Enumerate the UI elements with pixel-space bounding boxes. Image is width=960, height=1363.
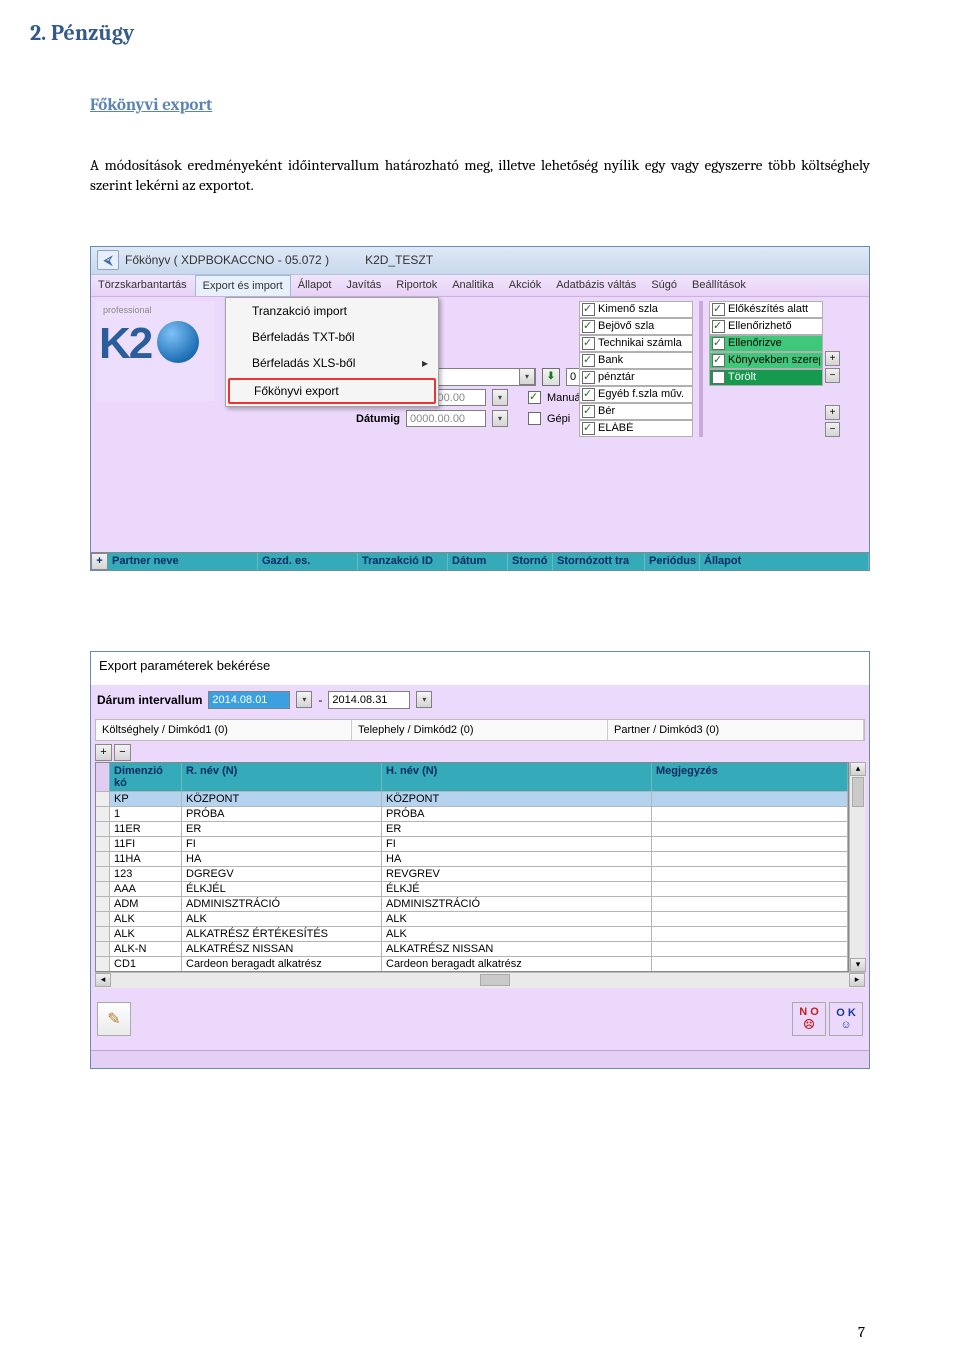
cb-egyeb-fszla[interactable]	[582, 388, 595, 401]
table-row[interactable]: 123DGREGVREVGREV	[96, 866, 848, 881]
vertical-scrollbar[interactable]: ▴ ▾	[849, 762, 865, 972]
grid2-minus[interactable]: −	[114, 744, 131, 761]
cb-ellenorizve[interactable]	[712, 337, 725, 350]
cb-torolt[interactable]	[712, 371, 725, 384]
horizontal-scrollbar[interactable]: ◂ ▸	[95, 972, 865, 988]
grid-plus[interactable]: +	[91, 553, 108, 570]
export-params-window: Export paraméterek bekérése Dárum interv…	[90, 651, 870, 1069]
side-plus-1[interactable]: +	[825, 351, 840, 366]
cb-elabe[interactable]	[582, 422, 595, 435]
per-down-icon[interactable]: ⬇	[542, 368, 560, 386]
grid2-plus[interactable]: +	[95, 744, 112, 761]
dd-berfeladas-xls[interactable]: Bérfeladás XLS-ből	[226, 350, 438, 376]
cb-bank[interactable]	[582, 354, 595, 367]
table-row[interactable]: 11FIFIFI	[96, 836, 848, 851]
datumig-input[interactable]	[406, 410, 486, 427]
date-to-input[interactable]	[328, 691, 410, 709]
checkbox-col2: Előkészítés alatt Ellenőrizhető Ellenőri…	[709, 301, 823, 437]
cb-ellenorizheto[interactable]	[712, 320, 725, 333]
logo-orb	[157, 321, 199, 363]
menu-adatbazis-valtas[interactable]: Adatbázis váltás	[549, 275, 644, 296]
status-bar	[91, 1050, 869, 1068]
datumig-label: Dátumig	[345, 413, 400, 425]
menubar: Törzskarbantartás Export és import Állap…	[91, 275, 869, 297]
table-row[interactable]: ALKALKATRÉSZ ÉRTÉKESÍTÉSALK	[96, 926, 848, 941]
side-minus-2[interactable]: −	[825, 422, 840, 437]
cb-technikai-szamla[interactable]	[582, 337, 595, 350]
gepi-label: Gépi	[547, 413, 570, 425]
ok-button[interactable]: O K☺	[829, 1002, 863, 1036]
date-to-picker[interactable]: ▾	[416, 691, 432, 708]
cb-kimeno-szla[interactable]	[582, 303, 595, 316]
menu-akciok[interactable]: Akciók	[502, 275, 549, 296]
menu-beallitasok[interactable]: Beállítások	[685, 275, 754, 296]
table-row[interactable]: 11HAHAHA	[96, 851, 848, 866]
datumtol-picker[interactable]: ▾	[492, 389, 508, 406]
menu-analitika[interactable]: Analitika	[445, 275, 502, 296]
table-row[interactable]: KPKÖZPONTKÖZPONT	[96, 791, 848, 806]
side-plus-2[interactable]: +	[825, 405, 840, 420]
tab-telephely[interactable]: Telephely / Dimkód2 (0)	[352, 720, 608, 740]
checkbox-col1: Kimenő szla Bejövő szla Technikai számla…	[579, 301, 693, 437]
table-row[interactable]: AAAÉLKJÉLÉLKJÉ	[96, 881, 848, 896]
gepi-checkbox[interactable]	[528, 412, 541, 425]
fokonyv-window: ⮘ Főkönyv ( XDPBOKACCNO - 05.072 ) K2D_T…	[90, 246, 870, 571]
dd-fokonyvi-export[interactable]: Főkönyvi export	[228, 378, 436, 404]
export-params-title: Export paraméterek bekérése	[91, 652, 869, 685]
titlebar: ⮘ Főkönyv ( XDPBOKACCNO - 05.072 ) K2D_T…	[91, 247, 869, 275]
logo-tagline: professional	[103, 305, 152, 315]
side-minus-1[interactable]: −	[825, 368, 840, 383]
menu-allapot[interactable]: Állapot	[291, 275, 340, 296]
tab-partner[interactable]: Partner / Dimkód3 (0)	[608, 720, 864, 740]
section-heading: 2. Pénzügy	[30, 20, 870, 46]
edit-button[interactable]: ✎	[97, 1002, 131, 1036]
menu-riportok[interactable]: Riportok	[389, 275, 445, 296]
date-sep: -	[318, 693, 322, 707]
date-from-picker[interactable]: ▾	[296, 691, 312, 708]
export-dropdown: Tranzakció import Bérfeladás TXT-ből Bér…	[225, 297, 439, 407]
cb-ber[interactable]	[582, 405, 595, 418]
grid-header: + Partner neve Gazd. es. Tranzakció ID D…	[91, 552, 869, 570]
manualis-checkbox[interactable]	[528, 391, 541, 404]
page-number: 7	[858, 1323, 865, 1341]
date-from-input[interactable]	[208, 691, 290, 709]
paragraph: A módosítások eredményeként időintervall…	[90, 155, 870, 196]
date-interval-label: Dárum intervallum	[97, 693, 202, 707]
window-subtitle: K2D_TESZT	[365, 253, 433, 267]
table-row[interactable]: ADMADMINISZTRÁCIÓADMINISZTRÁCIÓ	[96, 896, 848, 911]
cb-elokeszites[interactable]	[712, 303, 725, 316]
cb-konyvekben[interactable]	[712, 354, 725, 367]
no-button[interactable]: N O☹	[792, 1002, 826, 1036]
back-button[interactable]: ⮘	[97, 250, 119, 270]
cb-penztar[interactable]	[582, 371, 595, 384]
export-grid: Dimenzió kó R. név (N) H. név (N) Megjeg…	[95, 762, 849, 972]
datumig-picker[interactable]: ▾	[492, 410, 508, 427]
dd-tranzakcio-import[interactable]: Tranzakció import	[226, 298, 438, 324]
table-row[interactable]: 1PRÓBAPRÓBA	[96, 806, 848, 821]
table-row[interactable]: 11ERERER	[96, 821, 848, 836]
dimension-tabs: Költséghely / Dimkód1 (0) Telephely / Di…	[95, 719, 865, 741]
logo-area: professional K2 + −	[95, 301, 215, 401]
table-row[interactable]: CD1Cardeon beragadt alkatrészCardeon ber…	[96, 956, 848, 971]
cb-bejovo-szla[interactable]	[582, 320, 595, 333]
sub-heading: Főkönyvi export	[90, 96, 870, 115]
k2d-logo: K2	[99, 319, 151, 369]
table-row[interactable]: ALKALKALK	[96, 911, 848, 926]
menu-javitas[interactable]: Javítás	[339, 275, 389, 296]
tab-koltseghely[interactable]: Költséghely / Dimkód1 (0)	[96, 720, 352, 740]
window-title: Főkönyv ( XDPBOKACCNO - 05.072 )	[125, 253, 329, 267]
menu-export-import[interactable]: Export és import	[195, 275, 291, 296]
dd-berfeladas-txt[interactable]: Bérfeladás TXT-ből	[226, 324, 438, 350]
menu-sugo[interactable]: Súgó	[644, 275, 685, 296]
table-row[interactable]: ALK-NALKATRÉSZ NISSANALKATRÉSZ NISSAN	[96, 941, 848, 956]
menu-torzskarbantartas[interactable]: Törzskarbantartás	[91, 275, 195, 296]
